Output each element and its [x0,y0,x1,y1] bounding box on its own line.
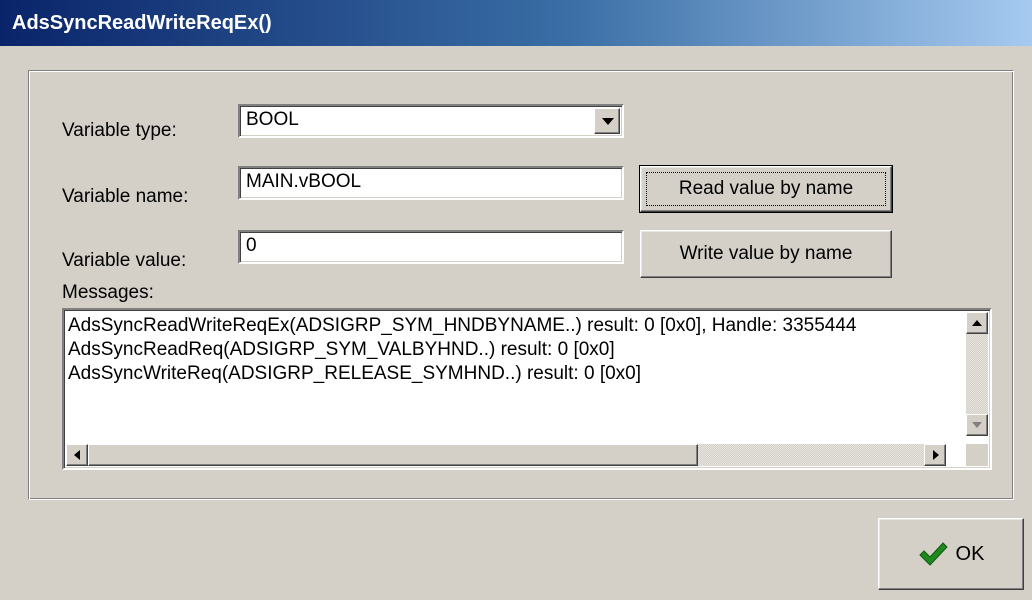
vertical-scrollbar[interactable] [966,312,988,436]
focus-rectangle [646,172,886,206]
scroll-up-button[interactable] [966,312,988,334]
messages-list[interactable]: AdsSyncReadWriteReqEx(ADSIGRP_SYM_HNDBYN… [62,308,992,470]
messages-label: Messages: [62,282,154,303]
scroll-left-button[interactable] [66,444,88,466]
variable-value-value: 0 [246,235,257,256]
arrow-up-icon [972,320,982,326]
scroll-down-button[interactable] [966,414,988,436]
window-title: AdsSyncReadWriteReqEx() [12,11,272,34]
variable-value-label: Variable value: [62,250,187,271]
scroll-right-button[interactable] [924,444,946,466]
arrow-left-icon [74,450,80,460]
horizontal-scrollbar[interactable] [66,444,946,466]
read-value-button[interactable]: Read value by name [639,165,893,213]
messages-content: AdsSyncReadWriteReqEx(ADSIGRP_SYM_HNDBYN… [68,314,948,436]
message-line: AdsSyncReadReq(ADSIGRP_SYM_VALBYHND..) r… [68,339,615,360]
ok-button-label: OK [955,542,985,565]
variable-type-value: BOOL [246,109,299,130]
scrollbar-corner [966,444,988,466]
dropdown-button[interactable] [594,108,620,134]
horizontal-scroll-thumb[interactable] [88,444,698,466]
message-line: AdsSyncReadWriteReqEx(ADSIGRP_SYM_HNDBYN… [68,315,857,336]
variable-value-input[interactable]: 0 [238,230,624,264]
variable-type-select[interactable]: BOOL [238,104,624,138]
title-bar: AdsSyncReadWriteReqEx() [0,0,1032,46]
ok-button[interactable]: OK [878,518,1024,590]
arrow-right-icon [933,450,939,460]
variable-name-label: Variable name: [62,186,189,207]
chevron-down-icon [602,118,614,125]
write-value-button[interactable]: Write value by name [640,230,892,278]
variable-type-label: Variable type: [62,120,177,141]
checkmark-icon [918,542,948,566]
write-value-button-label: Write value by name [679,243,853,264]
variable-name-input[interactable]: MAIN.vBOOL [238,166,624,200]
message-line: AdsSyncWriteReq(ADSIGRP_RELEASE_SYMHND..… [68,363,642,384]
arrow-down-icon [972,422,982,428]
variable-name-value: MAIN.vBOOL [246,171,362,192]
